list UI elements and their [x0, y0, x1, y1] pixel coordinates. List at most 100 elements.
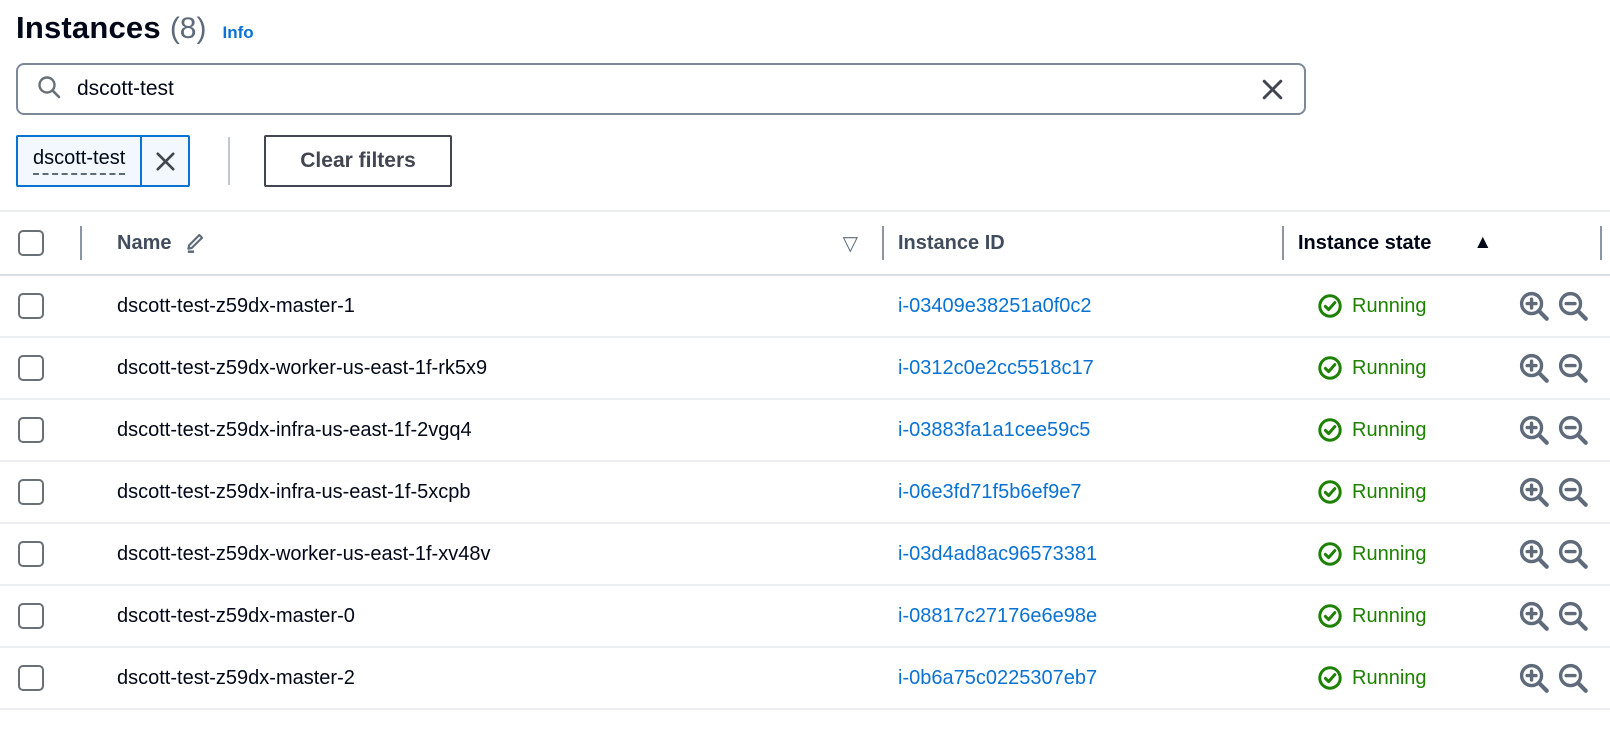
- table-row: dscott-test-z59dx-master-0 i-08817c27176…: [0, 586, 1610, 648]
- status-running-icon: [1317, 665, 1343, 691]
- filter-exclude-icon[interactable]: [1556, 351, 1590, 385]
- row-checkbox[interactable]: [18, 603, 44, 629]
- row-select-cell: [0, 524, 80, 584]
- row-overflow-cell: [1602, 462, 1610, 522]
- search-bar[interactable]: [16, 63, 1306, 115]
- filter-exclude-icon[interactable]: [1556, 599, 1590, 633]
- instance-id-link[interactable]: i-0312c0e2cc5518c17: [898, 357, 1094, 380]
- header-instance-state-cell[interactable]: Instance state ▲: [1282, 212, 1602, 274]
- row-overflow-cell: [1602, 524, 1610, 584]
- search-icon: [36, 74, 62, 105]
- table-row: dscott-test-z59dx-infra-us-east-1f-2vgq4…: [0, 400, 1610, 462]
- instance-state-text: Running: [1352, 604, 1427, 627]
- instances-table: Name ▽ Instance ID Instance state ▲ dsco…: [0, 210, 1610, 710]
- column-instance-id-label: Instance ID: [898, 231, 1005, 254]
- filter-include-icon[interactable]: [1517, 599, 1551, 633]
- clear-search-icon[interactable]: [1259, 76, 1286, 103]
- instance-state-text: Running: [1352, 666, 1427, 689]
- info-link[interactable]: Info: [222, 23, 253, 43]
- filter-include-icon[interactable]: [1517, 413, 1551, 447]
- search-input[interactable]: [77, 77, 1259, 101]
- row-name-cell: dscott-test-z59dx-infra-us-east-1f-2vgq4: [80, 400, 882, 460]
- state-filter-actions: [1517, 413, 1590, 447]
- row-checkbox[interactable]: [18, 355, 44, 381]
- status-running-icon: [1317, 417, 1343, 443]
- instance-id-link[interactable]: i-03883fa1a1cee59c5: [898, 419, 1090, 442]
- filter-exclude-icon[interactable]: [1556, 475, 1590, 509]
- instance-id-link[interactable]: i-06e3fd71f5b6ef9e7: [898, 481, 1082, 504]
- table-header-row: Name ▽ Instance ID Instance state ▲: [0, 212, 1610, 276]
- row-select-cell: [0, 586, 80, 646]
- row-instance-state-cell: Running: [1282, 586, 1602, 646]
- instance-name: dscott-test-z59dx-worker-us-east-1f-xv48…: [117, 542, 491, 565]
- page-header: Instances (8) Info dscott-test Clear fil…: [0, 0, 1610, 187]
- instance-state-text: Running: [1352, 356, 1427, 379]
- row-instance-id-cell: i-03409e38251a0f0c2: [882, 276, 1282, 336]
- filter-include-icon[interactable]: [1517, 661, 1551, 695]
- sort-inactive-icon[interactable]: ▽: [843, 231, 858, 256]
- row-name-cell: dscott-test-z59dx-master-1: [80, 276, 882, 336]
- state-filter-actions: [1517, 475, 1590, 509]
- row-name-cell: dscott-test-z59dx-worker-us-east-1f-rk5x…: [80, 338, 882, 398]
- filter-chip: dscott-test: [16, 135, 191, 187]
- instance-name: dscott-test-z59dx-infra-us-east-1f-2vgq4: [117, 418, 472, 441]
- instance-id-link[interactable]: i-08817c27176e6e98e: [898, 605, 1097, 628]
- row-checkbox[interactable]: [18, 417, 44, 443]
- row-instance-state-cell: Running: [1282, 648, 1602, 708]
- select-all-checkbox[interactable]: [18, 230, 44, 256]
- status-running-icon: [1317, 355, 1343, 381]
- state-filter-actions: [1517, 599, 1590, 633]
- instance-name: dscott-test-z59dx-master-1: [117, 294, 355, 317]
- row-instance-state-cell: Running: [1282, 524, 1602, 584]
- remove-filter-icon[interactable]: [142, 137, 188, 185]
- instance-id-link[interactable]: i-03d4ad8ac96573381: [898, 543, 1097, 566]
- row-checkbox[interactable]: [18, 541, 44, 567]
- edit-name-icon[interactable]: [183, 231, 208, 256]
- instance-name: dscott-test-z59dx-worker-us-east-1f-rk5x…: [117, 356, 488, 379]
- filter-exclude-icon[interactable]: [1556, 661, 1590, 695]
- filter-chip-label: dscott-test: [33, 147, 126, 175]
- instance-id-link[interactable]: i-0b6a75c0225307eb7: [898, 667, 1097, 690]
- filter-exclude-icon[interactable]: [1556, 537, 1590, 571]
- row-instance-id-cell: i-06e3fd71f5b6ef9e7: [882, 462, 1282, 522]
- state-filter-actions: [1517, 351, 1590, 385]
- instance-state-text: Running: [1352, 480, 1427, 503]
- row-name-cell: dscott-test-z59dx-worker-us-east-1f-xv48…: [80, 524, 882, 584]
- table-row: dscott-test-z59dx-worker-us-east-1f-xv48…: [0, 524, 1610, 586]
- table-row: dscott-test-z59dx-master-1 i-03409e38251…: [0, 276, 1610, 338]
- filter-include-icon[interactable]: [1517, 351, 1551, 385]
- instance-name: dscott-test-z59dx-master-2: [117, 666, 355, 689]
- row-instance-id-cell: i-0b6a75c0225307eb7: [882, 648, 1282, 708]
- row-instance-state-cell: Running: [1282, 462, 1602, 522]
- header-name-cell[interactable]: Name ▽: [80, 212, 882, 274]
- state-filter-actions: [1517, 537, 1590, 571]
- filter-include-icon[interactable]: [1517, 537, 1551, 571]
- row-name-cell: dscott-test-z59dx-master-0: [80, 586, 882, 646]
- status-running-icon: [1317, 541, 1343, 567]
- header-select-cell: [0, 212, 80, 274]
- row-instance-id-cell: i-03883fa1a1cee59c5: [882, 400, 1282, 460]
- row-overflow-cell: [1602, 276, 1610, 336]
- row-checkbox[interactable]: [18, 293, 44, 319]
- sort-ascending-icon[interactable]: ▲: [1473, 232, 1492, 254]
- row-overflow-cell: [1602, 338, 1610, 398]
- table-row: dscott-test-z59dx-worker-us-east-1f-rk5x…: [0, 338, 1610, 400]
- filter-exclude-icon[interactable]: [1556, 413, 1590, 447]
- filter-include-icon[interactable]: [1517, 475, 1551, 509]
- row-checkbox[interactable]: [18, 479, 44, 505]
- filter-exclude-icon[interactable]: [1556, 289, 1590, 323]
- filter-include-icon[interactable]: [1517, 289, 1551, 323]
- filter-row: dscott-test Clear filters: [16, 135, 1594, 187]
- table-row: dscott-test-z59dx-infra-us-east-1f-5xcpb…: [0, 462, 1610, 524]
- instance-count: (8): [169, 12, 207, 45]
- instance-id-link[interactable]: i-03409e38251a0f0c2: [898, 295, 1092, 318]
- page-title: Instances: [16, 10, 161, 45]
- row-select-cell: [0, 648, 80, 708]
- table-row: dscott-test-z59dx-master-2 i-0b6a75c0225…: [0, 648, 1610, 710]
- row-checkbox[interactable]: [18, 665, 44, 691]
- status-running-icon: [1317, 479, 1343, 505]
- filter-chip-label-wrap[interactable]: dscott-test: [18, 137, 140, 185]
- instance-state-text: Running: [1352, 542, 1427, 565]
- header-instance-id-cell[interactable]: Instance ID: [882, 212, 1282, 274]
- clear-filters-button[interactable]: Clear filters: [264, 135, 452, 187]
